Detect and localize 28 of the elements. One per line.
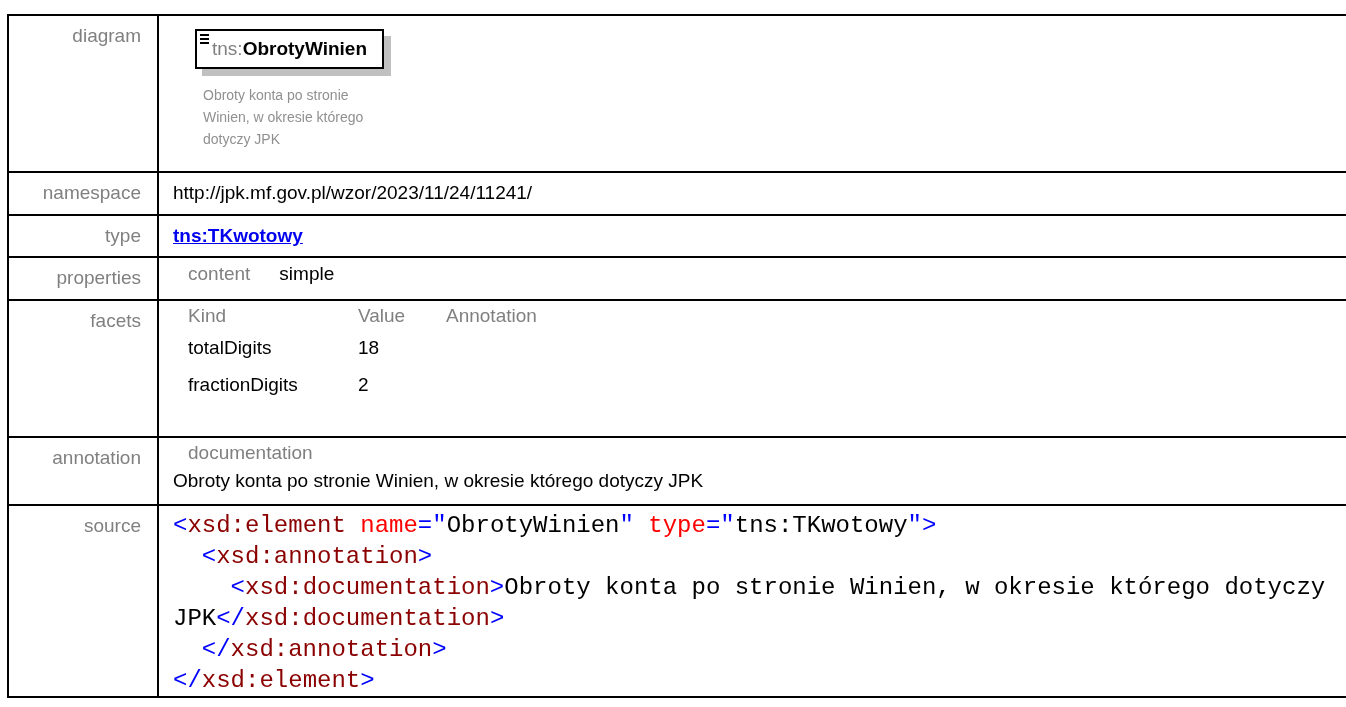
facet-heading: Value <box>358 304 407 328</box>
namespace-value: http://jpk.mf.gov.pl/wzor/2023/11/24/11241/ <box>173 182 533 203</box>
row-label: source <box>83 515 141 536</box>
row-label: namespace <box>42 182 141 203</box>
annotation-text: Obroty konta po stronie Winien, w okresie którego dotyczy JPK <box>173 469 705 493</box>
code-line: <xsd:annotation> <box>200 542 434 572</box>
facet-value: 18 <box>358 336 381 360</box>
property-name: content <box>188 262 251 286</box>
row-label: annotation <box>52 447 141 468</box>
facet-kind: totalDigits <box>188 336 273 360</box>
code-line: <xsd:element name="ObrotyWinien" type="tns:TKwotowy"> <box>173 511 938 541</box>
type-link[interactable]: tns:TKwotowy <box>173 225 303 246</box>
facet-heading: Annotation <box>446 304 537 328</box>
facet-value: 2 <box>358 373 370 397</box>
facet-kind: fractionDigits <box>188 373 299 397</box>
facet-heading: Kind <box>188 304 228 328</box>
code-line: JPK</xsd:documentation> <box>173 604 506 634</box>
row-label: facets <box>90 310 141 331</box>
code-line: </xsd:annotation> <box>200 635 448 665</box>
row-label: diagram <box>72 25 141 46</box>
property-value: simple <box>279 262 335 286</box>
code-line: <xsd:documentation>Obroty konta po stronie Winien, w okresie którego dotyczy <box>229 573 1327 603</box>
row-label: properties <box>56 267 141 288</box>
list-icon <box>200 34 209 44</box>
row-label: type <box>105 225 141 246</box>
diagram-note: Obroty konta po stronie Winien, w okresie którego dotyczy JPK <box>203 85 365 149</box>
code-line: </xsd:element> <box>173 666 376 696</box>
annotation-heading: documentation <box>187 441 314 465</box>
